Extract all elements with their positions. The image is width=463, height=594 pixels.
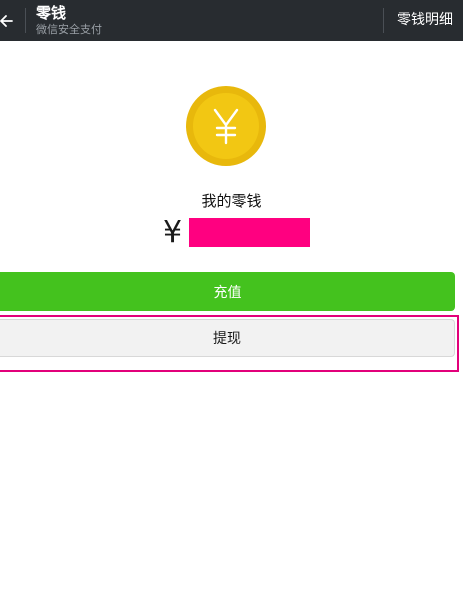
change-details-link[interactable]: 零钱明细	[397, 11, 453, 29]
page-subtitle: 微信安全支付	[36, 23, 102, 36]
yuan-coin-icon	[186, 86, 266, 166]
currency-symbol: ¥	[163, 215, 183, 250]
balance-amount-redacted	[189, 218, 310, 247]
balance-label: 我的零钱	[201, 192, 262, 210]
page-title: 零钱	[36, 4, 67, 22]
header-divider	[25, 8, 26, 33]
withdraw-highlight-box	[0, 315, 459, 372]
top-bar: 零钱 微信安全支付 零钱明细	[0, 0, 463, 41]
recharge-button[interactable]: 充值	[0, 272, 455, 311]
arrow-left-icon	[0, 13, 14, 29]
header-divider-right	[383, 8, 384, 33]
back-button[interactable]	[0, 0, 24, 41]
